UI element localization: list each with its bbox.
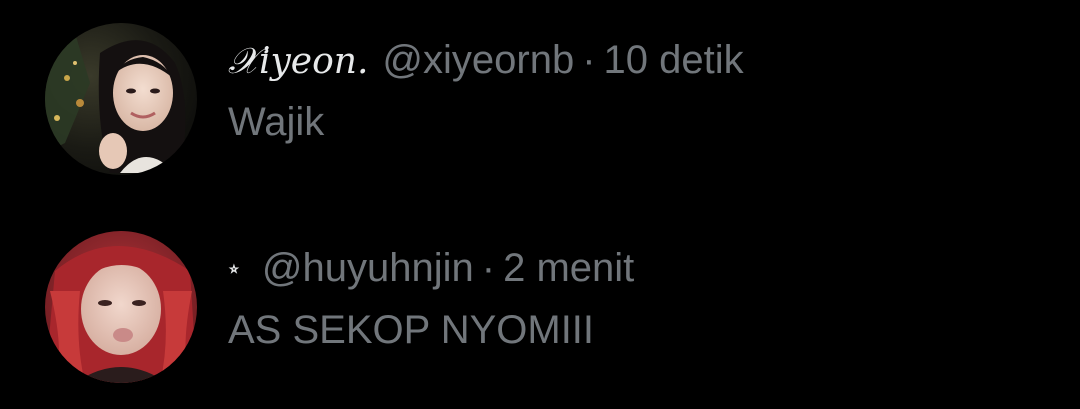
post-header: ⭒ @huyuhnjin · 2 menit	[228, 245, 634, 297]
display-name[interactable]: 𝒳iyeon.	[228, 39, 368, 85]
post-text: AS SEKOP NYOMIII	[228, 308, 595, 352]
avatar-photo	[45, 231, 197, 383]
user-handle[interactable]: @xiyeornb	[382, 37, 574, 83]
timestamp[interactable]: 2 menit	[503, 245, 634, 291]
avatar[interactable]	[45, 231, 197, 383]
post-header: 𝒳iyeon. @xiyeornb · 10 detik	[228, 37, 744, 85]
reply-post-2[interactable]: ⭒ @huyuhnjin · 2 menit AS SEKOP NYOMIII	[0, 231, 1080, 386]
user-handle[interactable]: @huyuhnjin	[262, 245, 474, 291]
separator-dot: ·	[582, 38, 596, 82]
display-name[interactable]: ⭒	[228, 245, 240, 291]
post-text: Wajik	[228, 100, 325, 144]
timestamp[interactable]: 10 detik	[604, 37, 744, 83]
reply-post-1[interactable]: 𝒳iyeon. @xiyeornb · 10 detik Wajik	[0, 23, 1080, 178]
separator-dot: ·	[481, 246, 496, 290]
avatar[interactable]	[45, 23, 197, 175]
avatar-photo	[45, 23, 197, 175]
